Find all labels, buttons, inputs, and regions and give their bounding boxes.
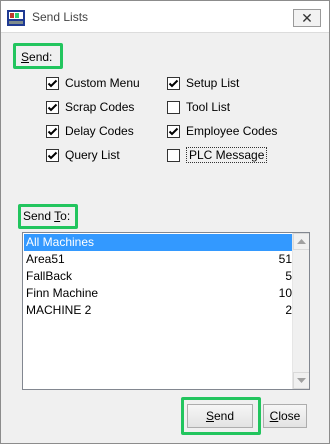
checkbox-checked-icon <box>46 100 59 114</box>
close-icon: ✕ <box>301 10 313 26</box>
delay-codes-checkbox[interactable]: Delay Codes <box>46 123 134 139</box>
checkbox-checked-icon <box>167 124 180 138</box>
send-lists-dialog: Send Lists ✕ Send: Custom Menu Scrap Cod… <box>0 0 330 444</box>
checkbox-unchecked-icon <box>167 100 180 114</box>
send-section-label: Send: <box>21 50 53 64</box>
close-button[interactable]: Close <box>263 404 307 428</box>
machine-list-item[interactable]: FallBack 5 <box>24 268 292 285</box>
send-lists-app-icon <box>7 10 25 26</box>
scroll-down-button[interactable] <box>293 372 309 389</box>
close-window-button[interactable]: ✕ <box>293 9 321 27</box>
checkbox-checked-icon <box>46 124 59 138</box>
machine-list-item[interactable]: Finn Machine 10 <box>24 285 292 302</box>
vertical-scrollbar[interactable] <box>292 233 309 389</box>
send-to-section-label: Send To: <box>23 209 71 223</box>
checkbox-unchecked-icon <box>167 148 180 162</box>
scroll-up-arrow-icon <box>297 239 306 244</box>
machine-listbox[interactable]: All Machines Area51 51 FallBack 5 Finn M… <box>22 232 310 390</box>
machine-list-item[interactable]: All Machines <box>24 234 292 251</box>
tool-list-checkbox[interactable]: Tool List <box>167 99 230 115</box>
scroll-up-button[interactable] <box>293 233 309 250</box>
machine-list-item[interactable]: Area51 51 <box>24 251 292 268</box>
scrap-codes-checkbox[interactable]: Scrap Codes <box>46 99 134 115</box>
machine-list: All Machines Area51 51 FallBack 5 Finn M… <box>24 234 292 319</box>
machine-list-item[interactable]: MACHINE 2 2 <box>24 302 292 319</box>
checkbox-checked-icon <box>167 76 180 90</box>
scroll-down-arrow-icon <box>297 378 306 383</box>
window-title: Send Lists <box>32 10 89 24</box>
employee-codes-checkbox[interactable]: Employee Codes <box>167 123 277 139</box>
checkbox-checked-icon <box>46 76 59 90</box>
plc-message-checkbox[interactable]: PLC Message <box>167 147 268 163</box>
send-button[interactable]: Send <box>187 404 253 428</box>
checkbox-checked-icon <box>46 148 59 162</box>
setup-list-checkbox[interactable]: Setup List <box>167 75 239 91</box>
custom-menu-checkbox[interactable]: Custom Menu <box>46 75 140 91</box>
query-list-checkbox[interactable]: Query List <box>46 147 120 163</box>
title-bar[interactable]: Send Lists ✕ <box>1 1 329 33</box>
